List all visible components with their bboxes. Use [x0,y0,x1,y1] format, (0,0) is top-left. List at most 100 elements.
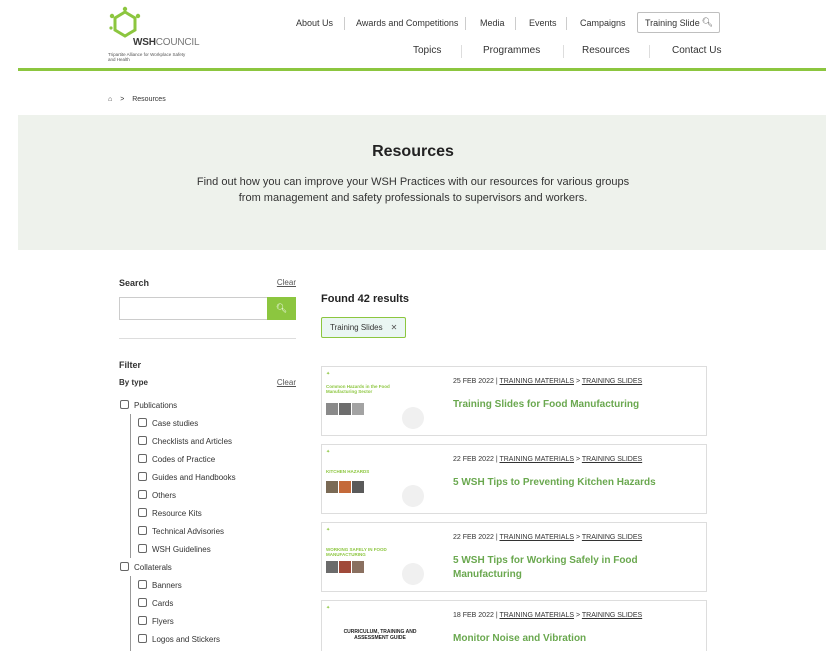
header-search-value: Training Slide [645,18,700,28]
filter-banners[interactable]: Banners [138,580,182,592]
thumb-decoration [402,407,424,429]
filter-collaterals[interactable]: Collaterals [120,562,172,574]
card-subcategory-link[interactable]: TRAINING SLIDES [582,612,642,619]
checkbox[interactable] [138,472,147,481]
checkbox[interactable] [138,436,147,445]
filter-case-studies[interactable]: Case studies [138,418,198,430]
sidebar-divider [119,338,296,339]
results-count: Found 42 results [321,293,410,305]
card-category-link[interactable]: TRAINING MATERIALS [499,612,574,619]
nav-media[interactable]: Media [480,18,505,28]
filter-publications[interactable]: Publications [120,400,177,412]
nav-resources[interactable]: Resources [582,45,630,56]
nav-events[interactable]: Events [529,18,557,28]
filter-label: Checklists and Articles [152,437,233,446]
nav-awards[interactable]: Awards and Competitions [356,18,458,28]
header-search-input[interactable]: Training Slide 🔍︎ [637,12,720,33]
filter-others[interactable]: Others [138,490,176,502]
card-title[interactable]: Training Slides for Food Manufacturing [453,398,693,412]
nav-campaigns[interactable]: Campaigns [580,18,626,28]
checkbox[interactable] [138,454,147,463]
checkbox[interactable] [138,634,147,643]
photo [352,561,364,573]
filter-cards[interactable]: Cards [138,598,173,610]
photo [352,403,364,415]
nav-programmes[interactable]: Programmes [483,45,540,56]
thumb-photos [326,561,365,579]
checkbox[interactable] [138,418,147,427]
logo-wordmark: WSHCOUNCIL [133,37,200,48]
thumb-decoration [402,485,424,507]
filter-technical-advisories[interactable]: Technical Advisories [138,526,224,538]
thumb-logo-icon: ✦ [326,449,331,455]
nav-divider [461,45,462,58]
checkbox[interactable] [120,562,129,571]
sidebar-search-input[interactable] [119,297,267,320]
search-icon[interactable]: 🔍︎ [702,17,713,28]
photo [352,481,364,493]
filter-label: Others [152,491,177,500]
card-title[interactable]: 5 WSH Tips for Working Safely in Food Ma… [453,554,693,582]
filter-label: Guides and Handbooks [152,473,236,482]
filter-flyers[interactable]: Flyers [138,616,174,628]
filter-label: WSH Guidelines [152,545,211,554]
checkbox[interactable] [120,400,129,409]
card-thumbnail: ✦ CURRICULUM, TRAINING AND ASSESSMENT GU… [322,601,437,651]
result-card[interactable]: ✦ WORKING SAFELY IN FOOD MANUFACTURING 2… [321,522,707,592]
tree-line [130,576,131,651]
page-title: Resources [372,143,454,160]
card-subcategory-link[interactable]: TRAINING SLIDES [582,456,642,463]
by-type-label: By type [119,378,148,387]
filter-codes-of-practice[interactable]: Codes of Practice [138,454,215,466]
checkbox[interactable] [138,544,147,553]
checkbox[interactable] [138,598,147,607]
filter-guides-handbooks[interactable]: Guides and Handbooks [138,472,236,484]
checkbox[interactable] [138,526,147,535]
result-card[interactable]: ✦ Common Hazards in the Food Manufacturi… [321,366,707,436]
card-title[interactable]: 5 WSH Tips to Preventing Kitchen Hazards [453,476,693,490]
checkbox[interactable] [138,580,147,589]
nav-contact-us[interactable]: Contact Us [672,45,721,56]
nav-topics[interactable]: Topics [413,45,441,56]
filter-label: Case studies [152,419,199,428]
card-subcategory-link[interactable]: TRAINING SLIDES [582,378,642,385]
close-icon[interactable]: ✕ [391,323,398,332]
card-category-link[interactable]: TRAINING MATERIALS [499,378,574,385]
search-button[interactable]: 🔍︎ [267,297,296,320]
hero-banner: Resources Find out how you can improve y… [18,115,826,250]
card-category-link[interactable]: TRAINING MATERIALS [499,534,574,541]
checkbox[interactable] [138,508,147,517]
home-icon[interactable]: ⌂ [108,96,112,103]
result-card[interactable]: ✦ CURRICULUM, TRAINING AND ASSESSMENT GU… [321,600,707,651]
card-category-link[interactable]: TRAINING MATERIALS [499,456,574,463]
search-clear-link[interactable]: Clear [277,278,296,287]
thumb-decoration [402,563,424,585]
nav-divider [649,45,650,58]
filter-checklists[interactable]: Checklists and Articles [138,436,232,448]
card-subcategory-link[interactable]: TRAINING SLIDES [582,534,642,541]
checkbox[interactable] [138,490,147,499]
checkbox[interactable] [138,616,147,625]
by-type-clear-link[interactable]: Clear [277,378,296,387]
site-header: WSHCOUNCIL Tripartite Alliance for Workp… [18,0,826,70]
card-title[interactable]: Monitor Noise and Vibration [453,632,693,646]
card-meta: 18 FEB 2022 | TRAINING MATERIALS > TRAIN… [453,612,643,619]
filter-resource-kits[interactable]: Resource Kits [138,508,202,520]
card-thumbnail: ✦ KITCHEN HAZARDS [322,445,437,513]
active-filter-chip[interactable]: Training Slides ✕ [321,317,407,338]
thumb-title: WORKING SAFELY IN FOOD MANUFACTURING [326,547,387,557]
thumb-logo-icon: ✦ [326,605,331,611]
card-date: 25 FEB 2022 [453,378,494,385]
filter-label: Cards [152,599,174,608]
filter-wsh-guidelines[interactable]: WSH Guidelines [138,544,211,556]
header-accent-line [18,68,826,71]
top-nav: About Us Awards and Competitions Media E… [18,12,826,38]
filter-logos-stickers[interactable]: Logos and Stickers [138,634,220,646]
card-meta: 25 FEB 2022 | TRAINING MATERIALS > TRAIN… [453,378,643,385]
filter-label: Resource Kits [152,509,202,518]
card-date: 22 FEB 2022 [453,456,494,463]
nav-about-us[interactable]: About Us [296,18,333,28]
nav-divider [515,17,516,30]
result-card[interactable]: ✦ KITCHEN HAZARDS 22 FEB 2022 | TRAINING… [321,444,707,514]
photo [326,481,338,493]
